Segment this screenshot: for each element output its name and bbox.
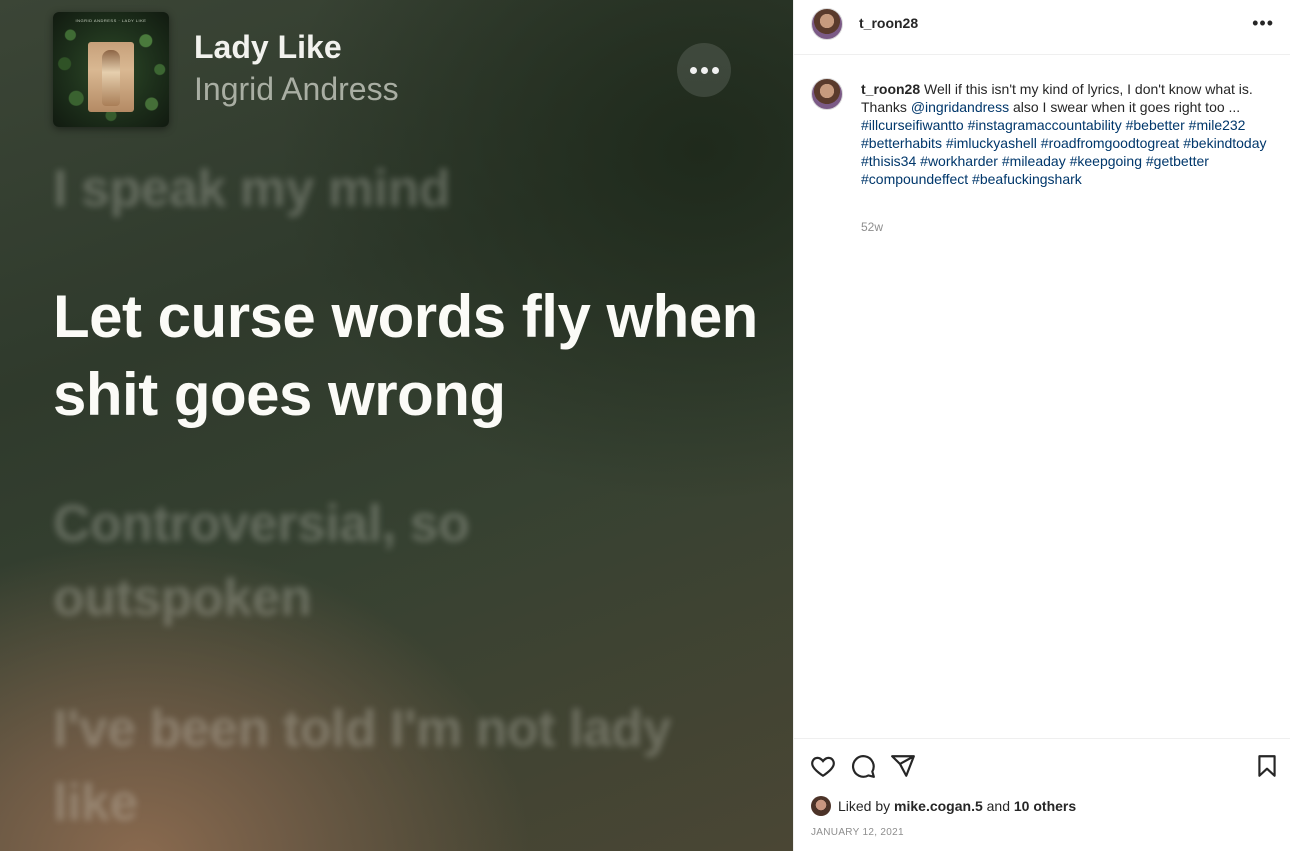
lyric-current: Let curse words fly when shit goes wrong bbox=[53, 283, 758, 428]
post-side-panel: t_roon28 ••• t_roon28 Well if this isn't… bbox=[793, 0, 1290, 851]
caption-text: t_roon28 Well if this isn't my kind of l… bbox=[861, 80, 1271, 188]
likes-conjunction: and bbox=[986, 798, 1010, 814]
hashtag-link[interactable]: #instagramaccountability bbox=[968, 117, 1122, 133]
hashtag-link[interactable]: #compoundeffect bbox=[861, 171, 968, 187]
avatar[interactable] bbox=[811, 8, 843, 40]
more-dot-icon bbox=[689, 66, 697, 74]
hashtag-link[interactable]: #mileaday bbox=[1002, 153, 1066, 169]
liker-username[interactable]: mike.cogan.5 bbox=[894, 798, 983, 814]
post-media[interactable]: INGRID ANDRESS · LADY LIKE Lady Like Ing… bbox=[0, 0, 793, 851]
post-date[interactable]: JANUARY 12, 2021 bbox=[811, 827, 904, 838]
hashtag-link[interactable]: #betterhabits bbox=[861, 135, 942, 151]
hashtag-link[interactable]: #roadfromgoodtogreat bbox=[1041, 135, 1180, 151]
avatar[interactable] bbox=[811, 78, 843, 110]
lyric-next: Controversial, so outspoken bbox=[53, 495, 470, 627]
hashtag-link[interactable]: #beafuckingshark bbox=[972, 171, 1082, 187]
song-title: Lady Like bbox=[194, 29, 342, 65]
action-bar: Liked by mike.cogan.5 and 10 others JANU… bbox=[794, 738, 1290, 851]
hashtag-link[interactable]: #bekindtoday bbox=[1183, 135, 1266, 151]
post-author-username[interactable]: t_roon28 bbox=[859, 15, 918, 31]
lyric-previous: I speak my mind bbox=[53, 160, 451, 218]
likes-prefix: Liked by bbox=[838, 798, 891, 814]
hashtag-list: #illcurseifiwantto #instagramaccountabil… bbox=[861, 117, 1267, 187]
avatar[interactable] bbox=[811, 796, 831, 816]
album-art-text: INGRID ANDRESS · LADY LIKE bbox=[75, 18, 147, 23]
hashtag-link[interactable]: #illcurseifiwantto bbox=[861, 117, 964, 133]
caption-mention[interactable]: @ingridandress bbox=[911, 99, 1009, 115]
hashtag-link[interactable]: #mile232 bbox=[1189, 117, 1246, 133]
song-artist: Ingrid Andress bbox=[194, 71, 399, 107]
caption-username[interactable]: t_roon28 bbox=[861, 81, 920, 97]
caption-body: also I swear when it goes right too ... bbox=[1012, 99, 1241, 115]
album-art: INGRID ANDRESS · LADY LIKE bbox=[53, 12, 169, 127]
paper-plane-icon[interactable] bbox=[890, 753, 916, 779]
comment-icon[interactable] bbox=[850, 753, 876, 779]
more-horizontal-icon[interactable]: ••• bbox=[1252, 14, 1274, 32]
likes-summary: Liked by mike.cogan.5 and 10 others bbox=[811, 796, 1076, 816]
more-dot-icon bbox=[700, 66, 708, 74]
hashtag-link[interactable]: #workharder bbox=[920, 153, 998, 169]
album-art-portrait bbox=[88, 42, 134, 112]
lyric-next: I've been told I'm not lady like bbox=[53, 700, 672, 832]
hashtag-link[interactable]: #keepgoing bbox=[1070, 153, 1142, 169]
bookmark-icon[interactable] bbox=[1254, 753, 1280, 779]
hashtag-link[interactable]: #thisis34 bbox=[861, 153, 916, 169]
post-header: t_roon28 ••• bbox=[794, 0, 1290, 55]
post-age[interactable]: 52w bbox=[861, 220, 883, 234]
more-dot-icon bbox=[711, 66, 719, 74]
hashtag-link[interactable]: #imluckyashell bbox=[946, 135, 1037, 151]
hashtag-link[interactable]: #getbetter bbox=[1146, 153, 1209, 169]
media-more-button[interactable] bbox=[677, 43, 731, 97]
hashtag-link[interactable]: #bebetter bbox=[1126, 117, 1185, 133]
heart-icon[interactable] bbox=[810, 753, 836, 779]
likes-others-link[interactable]: 10 others bbox=[1014, 798, 1076, 814]
